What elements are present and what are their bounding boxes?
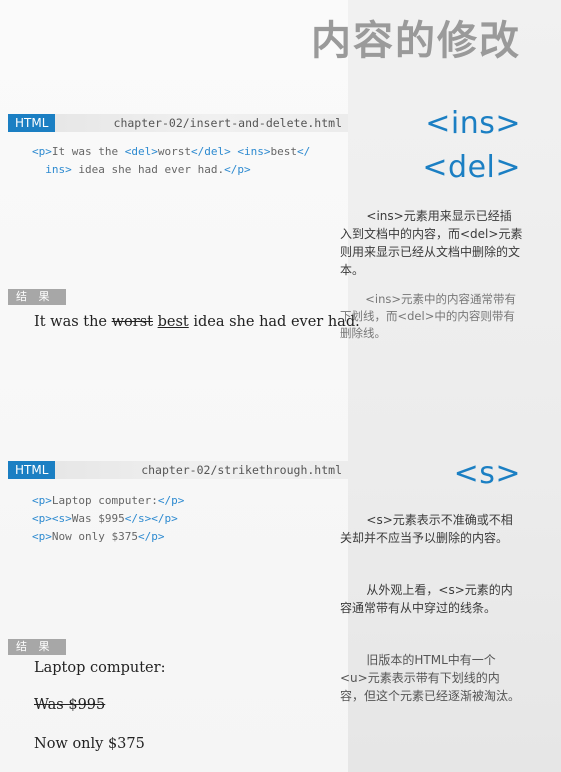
description-paragraph: 旧版本的HTML中有一个<u>元素表示带有下划线的内容，但这个元素已经逐渐被淘汰… — [340, 653, 521, 703]
code-tag-token: ins> — [32, 163, 72, 176]
code-text-token: Now only $375 — [51, 530, 138, 543]
code-line: ins> idea she had ever had.</p> — [32, 161, 310, 179]
code-tag-token: </s></p> — [124, 512, 178, 525]
code-tag-token: </p> — [137, 530, 165, 543]
code-text-token: worst — [157, 145, 191, 158]
ins-element-heading: <ins> — [425, 106, 521, 141]
code-tag-token: <p> — [32, 145, 52, 158]
code-tag-token: <p><s> — [32, 512, 72, 525]
s-element-heading: <s> — [453, 456, 521, 491]
code-text-token: idea she had ever had. — [71, 163, 225, 176]
code-line: <p>Now only $375</p> — [32, 528, 184, 546]
result-text-before: It was the — [34, 314, 112, 330]
description-paragraph: <s>元素表示不准确或不相关却并不应当予以删除的内容。 — [340, 513, 513, 545]
page-title: 内容的修改 — [311, 18, 521, 64]
code-tag-token: </ — [296, 145, 311, 158]
code-tag-token: </p> — [157, 494, 185, 507]
code-line: <p>Laptop computer:</p> — [32, 492, 184, 510]
result-label: 结 果 — [16, 290, 54, 303]
result-line-strikethrough: Was $995 — [34, 697, 105, 713]
code-text-token: Was $995 — [71, 512, 125, 525]
code-line: <p>It was the <del>worst</del> <ins>best… — [32, 143, 310, 161]
code-text-token: It was the — [51, 145, 125, 158]
inserted-text: best — [157, 314, 189, 330]
deleted-text: worst — [111, 314, 153, 330]
code-text-token: Laptop computer: — [51, 494, 158, 507]
code-language-tag: HTML — [8, 114, 56, 132]
code-tag-token: <del> — [124, 145, 158, 158]
result-label: 结 果 — [16, 640, 54, 653]
code-header-bar: HTML chapter-02/strikethrough.html — [8, 461, 348, 479]
result-line: Now only $375 — [34, 736, 145, 752]
code-filename: chapter-02/insert-and-delete.html — [113, 116, 342, 130]
description-paragraph: <ins>元素中的内容通常带有下划线，而<del>中的内容则带有删除线。 — [340, 292, 517, 340]
code-header-bar: HTML chapter-02/insert-and-delete.html — [8, 114, 348, 132]
code-tag-token: <p> — [32, 494, 52, 507]
code-filename: chapter-02/strikethrough.html — [141, 463, 342, 477]
result-output: It was the worst best idea she had ever … — [34, 314, 360, 330]
code-block: <p>It was the <del>worst</del> <ins>best… — [32, 143, 310, 179]
code-language-tag: HTML — [8, 461, 56, 479]
result-header: 结 果 — [8, 639, 66, 655]
result-line: Laptop computer: — [34, 660, 166, 676]
code-tag-token: <p> — [32, 530, 52, 543]
code-text-token: best — [270, 145, 297, 158]
result-header: 结 果 — [8, 289, 66, 305]
code-tag-token: </p> — [224, 163, 251, 176]
description-paragraph: 从外观上看，<s>元素的内容通常带有从中穿过的线条。 — [340, 583, 513, 615]
description-paragraph: <ins>元素用来显示已经插入到文档中的内容，而<del>元素则用来显示已经从文… — [340, 209, 523, 277]
del-element-heading: <del> — [422, 150, 521, 185]
code-line: <p><s>Was $995</s></p> — [32, 510, 184, 528]
result-text-after: idea she had ever had. — [188, 314, 360, 330]
code-tag-token: </del> — [190, 145, 231, 158]
code-block: <p>Laptop computer:</p> <p><s>Was $995</s… — [32, 492, 184, 546]
code-tag-token: <ins> — [237, 145, 271, 158]
struck-text: Was $995 — [34, 697, 106, 713]
